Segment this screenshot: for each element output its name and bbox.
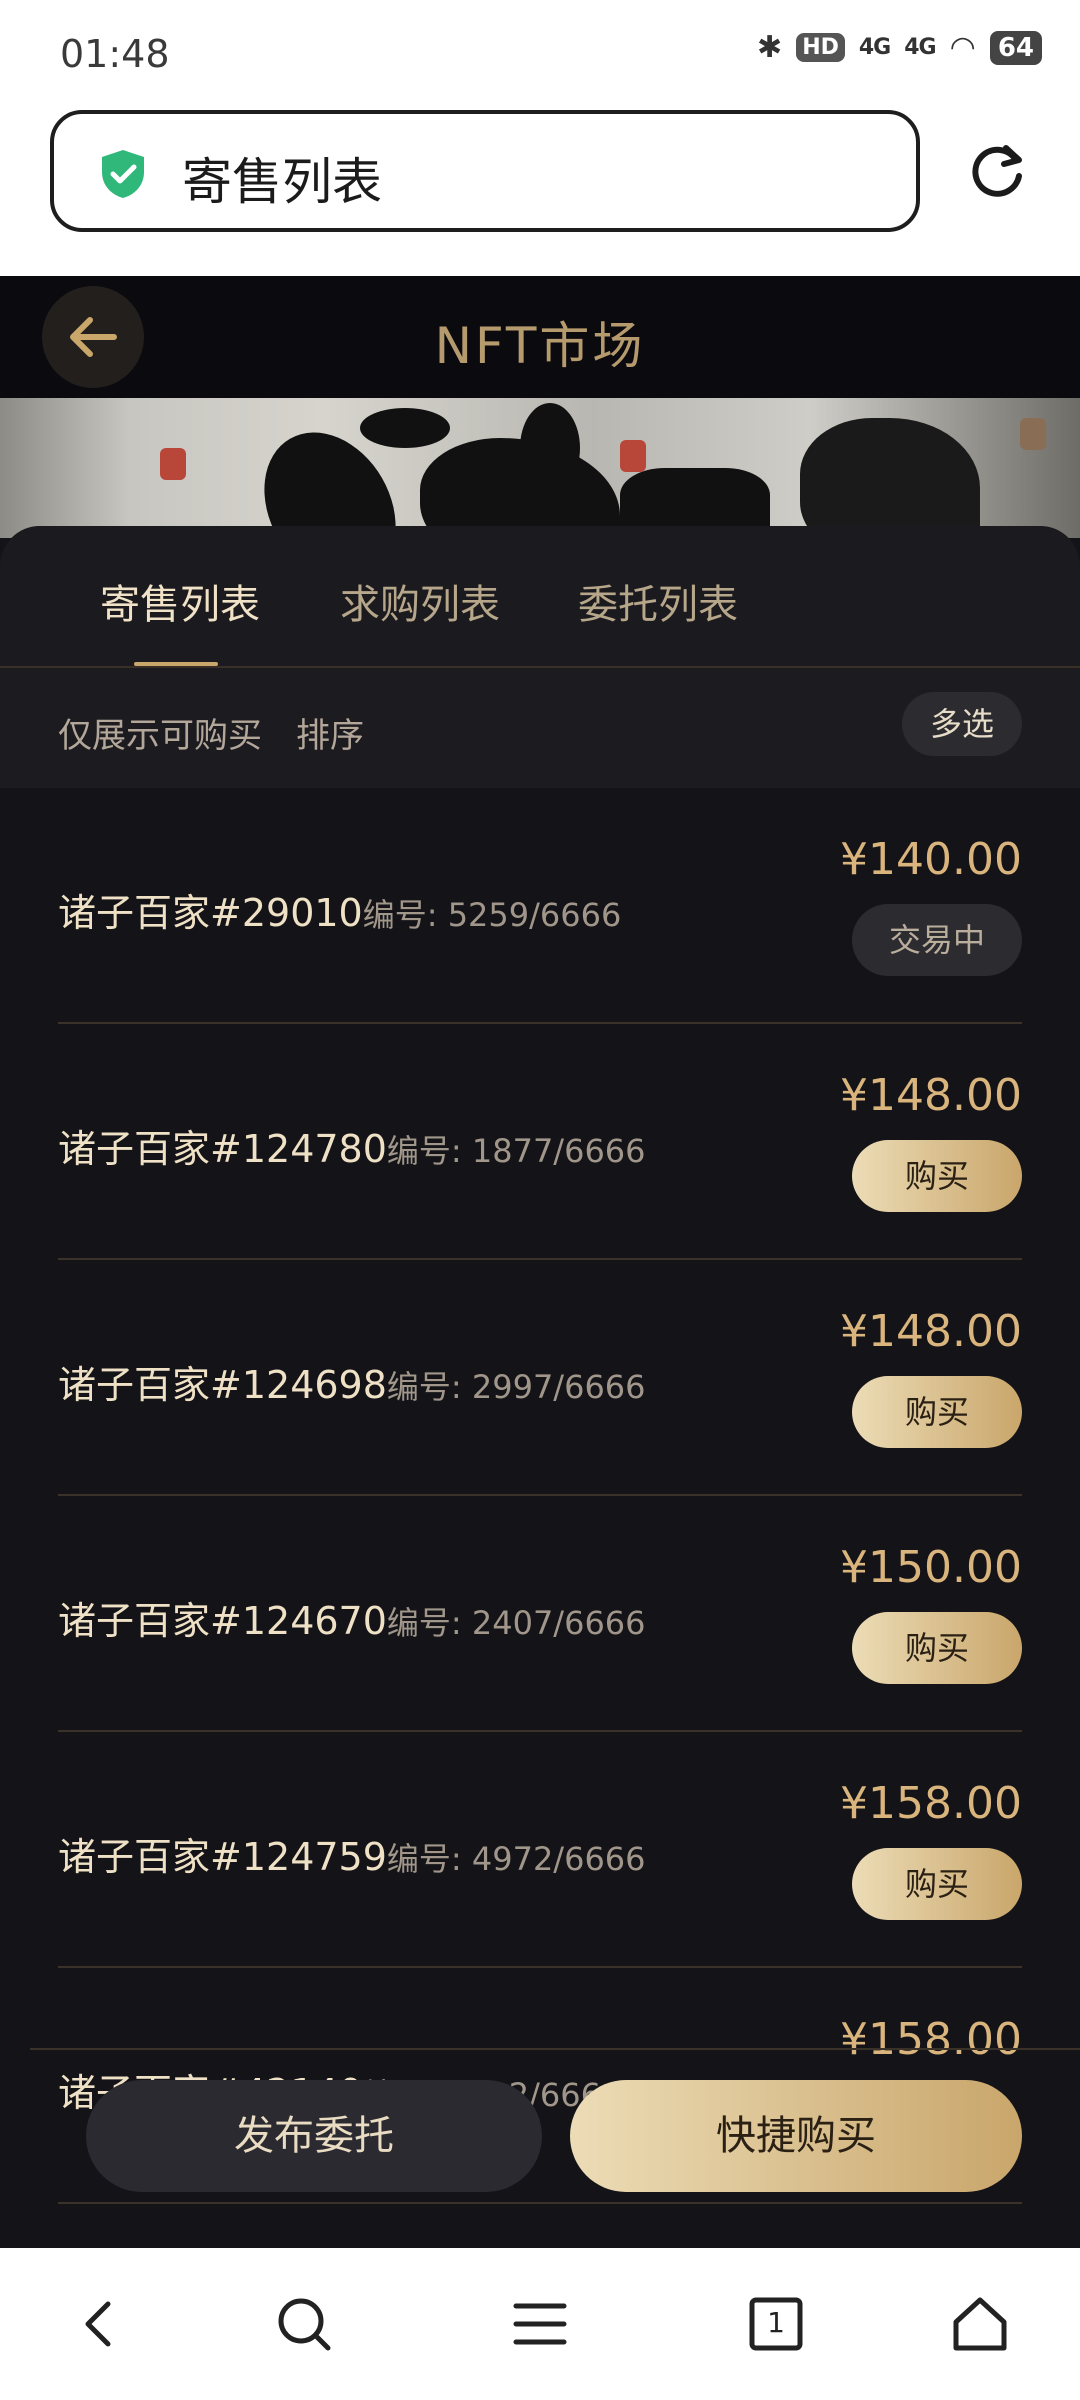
listing-serial: 编号: 2997/6666	[386, 1368, 646, 1406]
listing-row[interactable]: 诸子百家#124780编号: 1877/6666 ¥148.00 购买	[58, 1024, 1022, 1260]
listing-title: 诸子百家#124780编号: 1877/6666	[58, 1118, 646, 1173]
listing-price: ¥158.00	[840, 1778, 1022, 1829]
listing-price: ¥148.00	[840, 1306, 1022, 1357]
action-bar-divider	[30, 2048, 1080, 2050]
battery-indicator: 64	[989, 30, 1042, 65]
listing-serial: 编号: 4972/6666	[386, 1840, 646, 1878]
listing-price: ¥150.00	[840, 1542, 1022, 1593]
tab-entrust-list[interactable]: 委托列表	[578, 572, 738, 630]
back-icon[interactable]	[70, 2294, 130, 2354]
browser-url-row: 寄售列表	[0, 110, 1080, 276]
active-tab-indicator	[134, 662, 218, 666]
listing-title: 诸子百家#124670编号: 2407/6666	[58, 1590, 646, 1645]
wifi-icon: ◠	[949, 30, 976, 65]
listing-title: 诸子百家#29010编号: 5259/6666	[58, 882, 621, 937]
tabs-count: 1	[767, 2306, 785, 2339]
tab-buy-request-list[interactable]: 求购列表	[340, 572, 500, 630]
buy-button[interactable]: 购买	[852, 1848, 1022, 1920]
listing-row[interactable]: 诸子百家#124698编号: 2997/6666 ¥148.00 购买	[58, 1260, 1022, 1496]
status-icons: ✱ HD 4G 4G ◠ 64	[757, 30, 1042, 65]
tab-consignment-list[interactable]: 寄售列表	[100, 572, 260, 630]
buy-button[interactable]: 购买	[852, 1376, 1022, 1448]
listing-price: ¥140.00	[840, 834, 1022, 885]
listing-row[interactable]: 诸子百家#29010编号: 5259/6666 ¥140.00 交易中	[58, 788, 1022, 1024]
filter-bar: 仅展示可购买 排序 多选	[0, 668, 1080, 788]
quick-buy-button[interactable]: 快捷购买	[570, 2080, 1022, 2192]
status-bar: 01:48 ✱ HD 4G 4G ◠ 64	[0, 0, 1080, 110]
only-buyable-filter[interactable]: 仅展示可购买	[58, 708, 262, 757]
bluetooth-icon: ✱	[757, 30, 783, 65]
listing-name: 诸子百家#124780	[58, 1127, 387, 1171]
tab-bar: 寄售列表 求购列表 委托列表	[0, 526, 1080, 668]
address-bar[interactable]: 寄售列表	[50, 110, 920, 232]
multi-select-button[interactable]: 多选	[902, 692, 1022, 756]
sort-button[interactable]: 排序	[296, 708, 364, 757]
publish-entrust-button[interactable]: 发布委托	[86, 2080, 542, 2192]
listing-serial: 编号: 5259/6666	[362, 896, 622, 934]
banner-image	[0, 398, 1080, 538]
listing-row[interactable]: 诸子百家#124670编号: 2407/6666 ¥150.00 购买	[58, 1496, 1022, 1732]
listing-serial: 编号: 1877/6666	[386, 1132, 646, 1170]
listing-price: ¥148.00	[840, 1070, 1022, 1121]
buy-button[interactable]: 购买	[852, 1612, 1022, 1684]
listing-row[interactable]: 诸子百家#124759编号: 4972/6666 ¥158.00 购买	[58, 1732, 1022, 1968]
url-title: 寄售列表	[182, 153, 382, 211]
buy-button[interactable]: 购买	[852, 1140, 1022, 1212]
status-time: 01:48	[60, 32, 170, 76]
listing-serial: 编号: 2407/6666	[386, 1604, 646, 1642]
listing-panel: 寄售列表 求购列表 委托列表 仅展示可购买 排序 多选 诸子百家#29010编号…	[0, 526, 1080, 2246]
search-icon[interactable]	[274, 2294, 334, 2354]
listing-name: 诸子百家#124670	[58, 1599, 387, 1643]
shield-check-icon	[102, 150, 144, 198]
listing-name: 诸子百家#124759	[58, 1835, 387, 1879]
listing-title: 诸子百家#124698编号: 2997/6666	[58, 1354, 646, 1409]
reload-icon[interactable]	[966, 140, 1028, 202]
signal-icon-2: 4G	[904, 35, 936, 60]
trading-status-badge: 交易中	[852, 904, 1022, 976]
page-title: NFT市场	[434, 317, 646, 375]
hd-badge: HD	[796, 33, 845, 62]
home-icon[interactable]	[950, 2294, 1010, 2354]
listing-name: 诸子百家#29010	[58, 891, 363, 935]
page-header: NFT市场	[0, 276, 1080, 398]
menu-icon[interactable]	[510, 2294, 570, 2354]
listing-title: 诸子百家#124759编号: 4972/6666	[58, 1826, 646, 1881]
signal-icon-1: 4G	[858, 35, 891, 60]
listing-name: 诸子百家#124698	[58, 1363, 387, 1407]
listing-price: ¥158.00	[840, 2014, 1022, 2065]
tabs-button[interactable]: 1	[746, 2294, 806, 2354]
browser-nav-bar: 1	[0, 2248, 1080, 2400]
